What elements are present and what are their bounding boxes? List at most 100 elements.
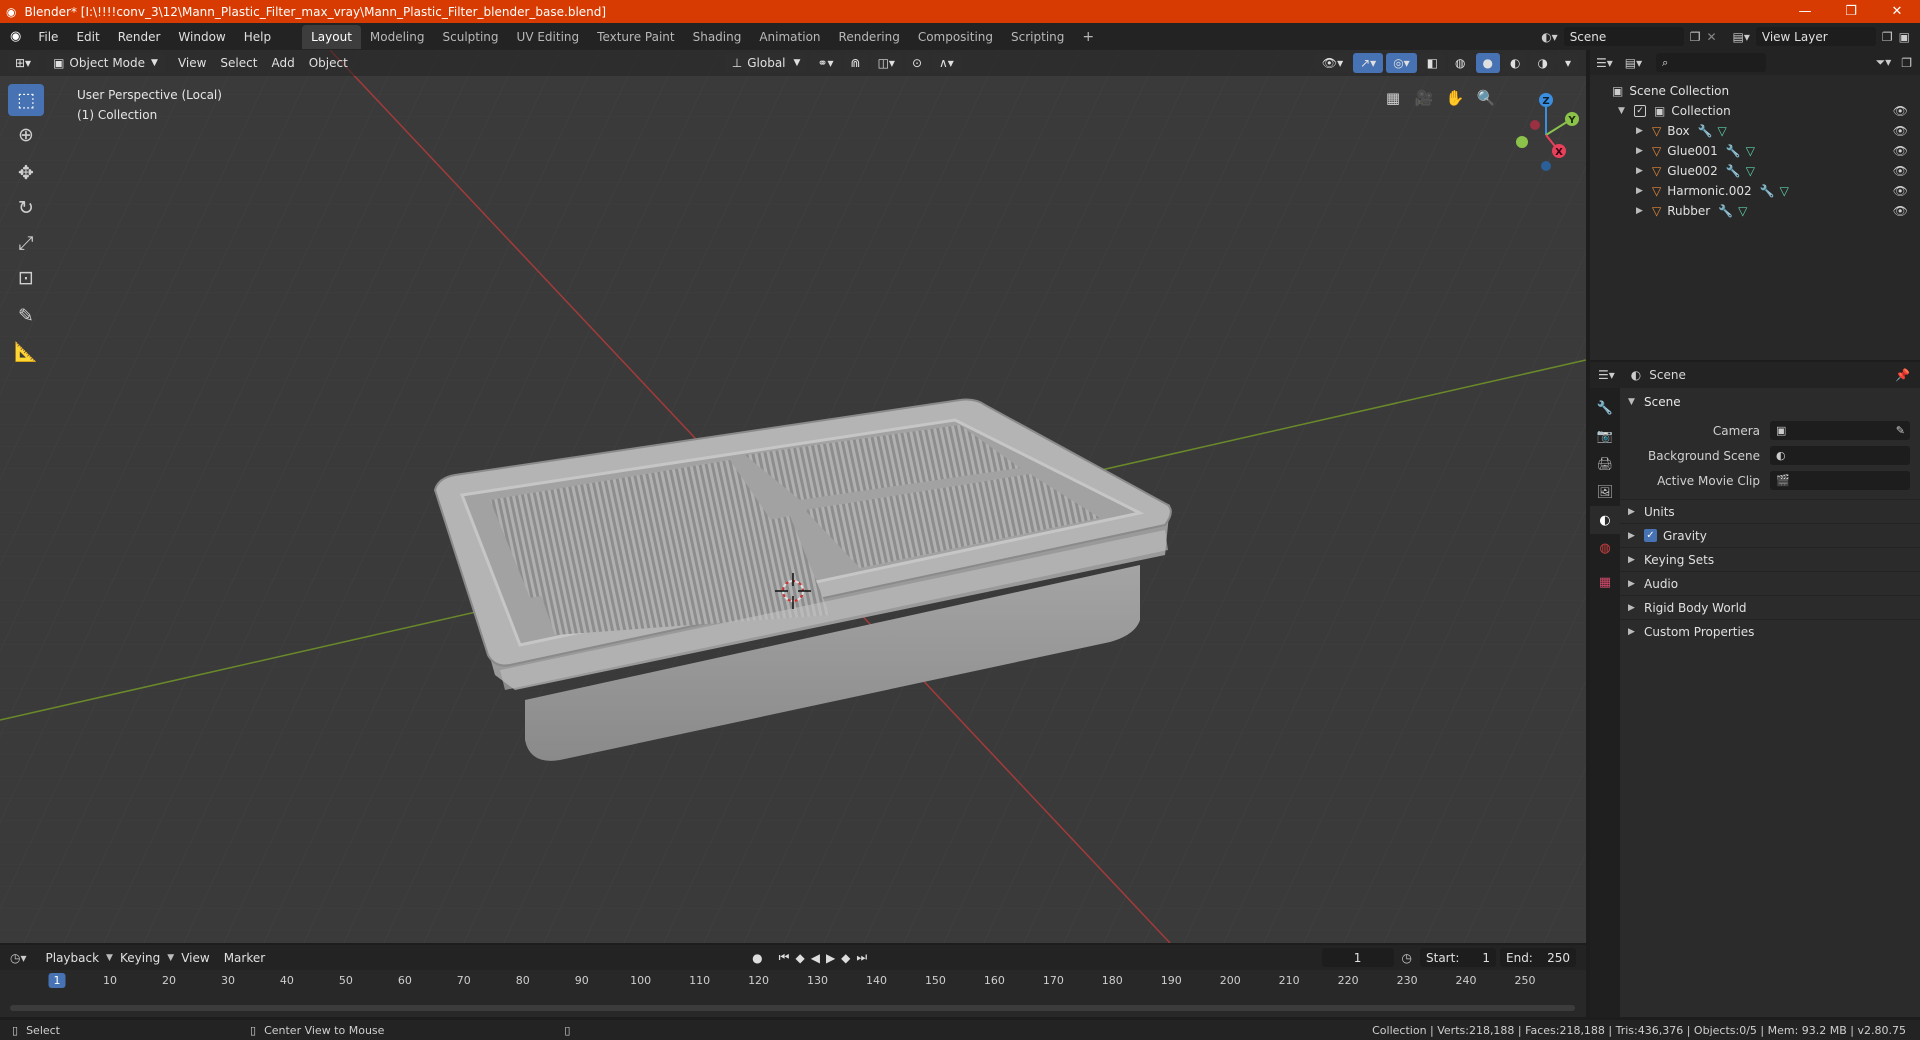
delete-scene-icon[interactable]: ✕ — [1706, 30, 1716, 44]
eye-icon[interactable]: 👁 — [1893, 104, 1908, 118]
tab-animation[interactable]: Animation — [750, 25, 829, 49]
eye-icon[interactable]: 👁 — [1893, 144, 1908, 158]
annotate-tool-icon[interactable]: ✎ — [8, 300, 44, 332]
snap-toggle-icon[interactable]: ⋒ — [843, 53, 868, 73]
cursor-tool-icon[interactable]: ⊕ — [8, 119, 44, 151]
eye-icon[interactable]: 👁 — [1893, 204, 1908, 218]
background-scene-field[interactable]: ◐ — [1770, 446, 1910, 465]
mesh-data-icon[interactable]: ▽ — [1718, 124, 1727, 138]
transform-orientation-dropdown[interactable]: ⊥ Global ▼ — [724, 53, 808, 73]
add-workspace-button[interactable]: + — [1073, 24, 1103, 50]
expand-chevron-icon[interactable]: ▼ — [1618, 106, 1626, 116]
custom-properties-panel-header[interactable]: ▶ Custom Properties — [1620, 619, 1920, 643]
zoom-view-icon[interactable]: 🔍 — [1473, 85, 1499, 111]
gravity-panel-header[interactable]: ▶ ✓ Gravity — [1620, 523, 1920, 547]
viewport-scene[interactable] — [0, 50, 1586, 943]
properties-editor-type-icon[interactable]: ☰▾ — [1598, 368, 1615, 382]
world-tab-icon[interactable]: ◍ — [1590, 534, 1620, 562]
proportional-edit-icon[interactable]: ⊙ — [904, 53, 930, 73]
play-reverse-icon[interactable]: ◀ — [811, 951, 820, 965]
exclude-checkbox[interactable]: ✓ — [1634, 105, 1646, 117]
tab-modeling[interactable]: Modeling — [361, 25, 434, 49]
units-panel-header[interactable]: ▶ Units — [1620, 499, 1920, 523]
overlay-toggle-icon[interactable]: ◎▾ — [1386, 53, 1417, 73]
keying-sets-panel-header[interactable]: ▶ Keying Sets — [1620, 547, 1920, 571]
outliner-editor-type-icon[interactable]: ☰▾ — [1596, 56, 1613, 70]
xray-toggle-icon[interactable]: ◧ — [1419, 53, 1446, 73]
outliner-search-input[interactable]: ⌕ — [1656, 53, 1767, 72]
rendered-shading-icon[interactable]: ◑ — [1530, 53, 1555, 73]
expand-chevron-icon[interactable]: ▶ — [1636, 166, 1644, 176]
tab-texture-paint[interactable]: Texture Paint — [588, 25, 683, 49]
snap-element-icon[interactable]: ◫▾ — [870, 53, 902, 73]
playhead-frame-marker[interactable]: 1 — [48, 973, 66, 988]
tab-scripting[interactable]: Scripting — [1002, 25, 1073, 49]
scene-panel-header[interactable]: ▼ Scene — [1620, 390, 1920, 414]
scale-tool-icon[interactable]: ⤢ — [8, 227, 44, 259]
menu-edit[interactable]: Edit — [67, 30, 108, 44]
gizmo-neg-y-icon[interactable] — [1516, 136, 1528, 148]
eye-icon[interactable]: 👁 — [1893, 184, 1908, 198]
measure-tool-icon[interactable]: 📐 — [8, 335, 44, 367]
menu-window[interactable]: Window — [169, 30, 234, 44]
mesh-data-icon[interactable]: ▽ — [1746, 144, 1755, 158]
menu-file[interactable]: File — [29, 30, 67, 44]
solid-shading-icon[interactable]: ● — [1475, 53, 1500, 73]
render-tab-icon[interactable]: 📷 — [1590, 422, 1620, 450]
editor-type-icon[interactable]: ⊞▾ — [8, 53, 39, 73]
object-mode-dropdown[interactable]: ▣ Object Mode ▼ — [46, 53, 165, 73]
new-view-layer-icon[interactable]: ❐ — [1882, 30, 1893, 44]
visibility-selectability-icon[interactable]: 👁▾ — [1314, 53, 1351, 73]
tool-tab-icon[interactable]: 🔧 — [1590, 394, 1620, 422]
timeline-menu-marker[interactable]: Marker — [217, 951, 272, 965]
3d-viewport[interactable]: ⊞▾ ▣ Object Mode ▼ View Select Add Objec… — [0, 50, 1586, 943]
mesh-data-icon[interactable]: ▽ — [1738, 204, 1747, 218]
jump-next-keyframe-icon[interactable]: ◆ — [841, 951, 850, 965]
tab-layout[interactable]: Layout — [302, 25, 361, 49]
tab-compositing[interactable]: Compositing — [909, 25, 1002, 49]
gizmo-neg-z-icon[interactable] — [1541, 161, 1551, 171]
rigid-body-world-panel-header[interactable]: ▶ Rigid Body World — [1620, 595, 1920, 619]
viewport-menu-object[interactable]: Object — [302, 56, 355, 70]
tab-rendering[interactable]: Rendering — [830, 25, 909, 49]
texture-tab-icon[interactable]: ▦ — [1590, 568, 1620, 596]
scene-collection-row[interactable]: ▣ Scene Collection — [1590, 81, 1920, 101]
pin-icon[interactable]: 📌 — [1895, 368, 1910, 382]
outliner-object-row[interactable]: ▶ ▽ Glue002 🔧 ▽ 👁 — [1590, 161, 1920, 181]
outliner-object-row[interactable]: ▶ ▽ Rubber 🔧 ▽ 👁 — [1590, 201, 1920, 221]
expand-chevron-icon[interactable]: ▶ — [1636, 206, 1644, 216]
display-mode-icon[interactable]: ▤▾ — [1625, 56, 1642, 70]
camera-field[interactable]: ▣ ✎ — [1770, 421, 1910, 440]
perspective-toggle-icon[interactable]: ▦ — [1380, 85, 1406, 111]
jump-prev-keyframe-icon[interactable]: ◆ — [795, 951, 804, 965]
mesh-data-icon[interactable]: ▽ — [1780, 184, 1789, 198]
outliner-object-row[interactable]: ▶ ▽ Box 🔧 ▽ 👁 — [1590, 121, 1920, 141]
proportional-falloff-icon[interactable]: ∧▾ — [932, 53, 961, 73]
timeline-menu-playback[interactable]: Playback — [39, 951, 107, 965]
shading-options-icon[interactable]: ▾ — [1557, 53, 1578, 73]
pivot-point-icon[interactable]: ⚭▾ — [810, 53, 841, 73]
delete-view-layer-icon[interactable]: ▣ — [1899, 30, 1910, 44]
maximize-button[interactable]: ❐ — [1828, 0, 1874, 23]
modifier-wrench-icon[interactable]: 🔧 — [1698, 124, 1713, 138]
gravity-checkbox[interactable]: ✓ — [1644, 529, 1657, 542]
timeline-menu-keying[interactable]: Keying — [113, 951, 167, 965]
menu-help[interactable]: Help — [235, 30, 280, 44]
minimize-button[interactable]: — — [1782, 0, 1828, 23]
modifier-wrench-icon[interactable]: 🔧 — [1718, 204, 1733, 218]
scene-browse-icon[interactable]: ◐▾ — [1541, 30, 1558, 44]
play-icon[interactable]: ▶ — [826, 951, 835, 965]
move-tool-icon[interactable]: ✥ — [8, 157, 44, 189]
timeline-scrollbar[interactable] — [10, 1005, 1575, 1011]
eye-icon[interactable]: 👁 — [1893, 124, 1908, 138]
timeline-frame-ruler[interactable]: 1 10 20 30 40 50 60 70 80 90 100 110 120 130 140 150 160… — [0, 972, 1586, 990]
timeline-editor-type-icon[interactable]: ◷▾ — [10, 951, 27, 965]
view-layer-tab-icon[interactable]: 🖼 — [1590, 478, 1620, 506]
modifier-wrench-icon[interactable]: 🔧 — [1760, 184, 1775, 198]
scene-tab-icon[interactable]: ◐ — [1590, 506, 1620, 534]
transform-tool-icon[interactable]: ⊡ — [8, 262, 44, 294]
jump-end-icon[interactable]: ⏭ — [856, 950, 867, 965]
blender-menu-icon[interactable]: ◉ — [0, 29, 29, 44]
filter-icon[interactable]: ⏷▾ — [1876, 55, 1892, 70]
tab-shading[interactable]: Shading — [684, 25, 751, 49]
